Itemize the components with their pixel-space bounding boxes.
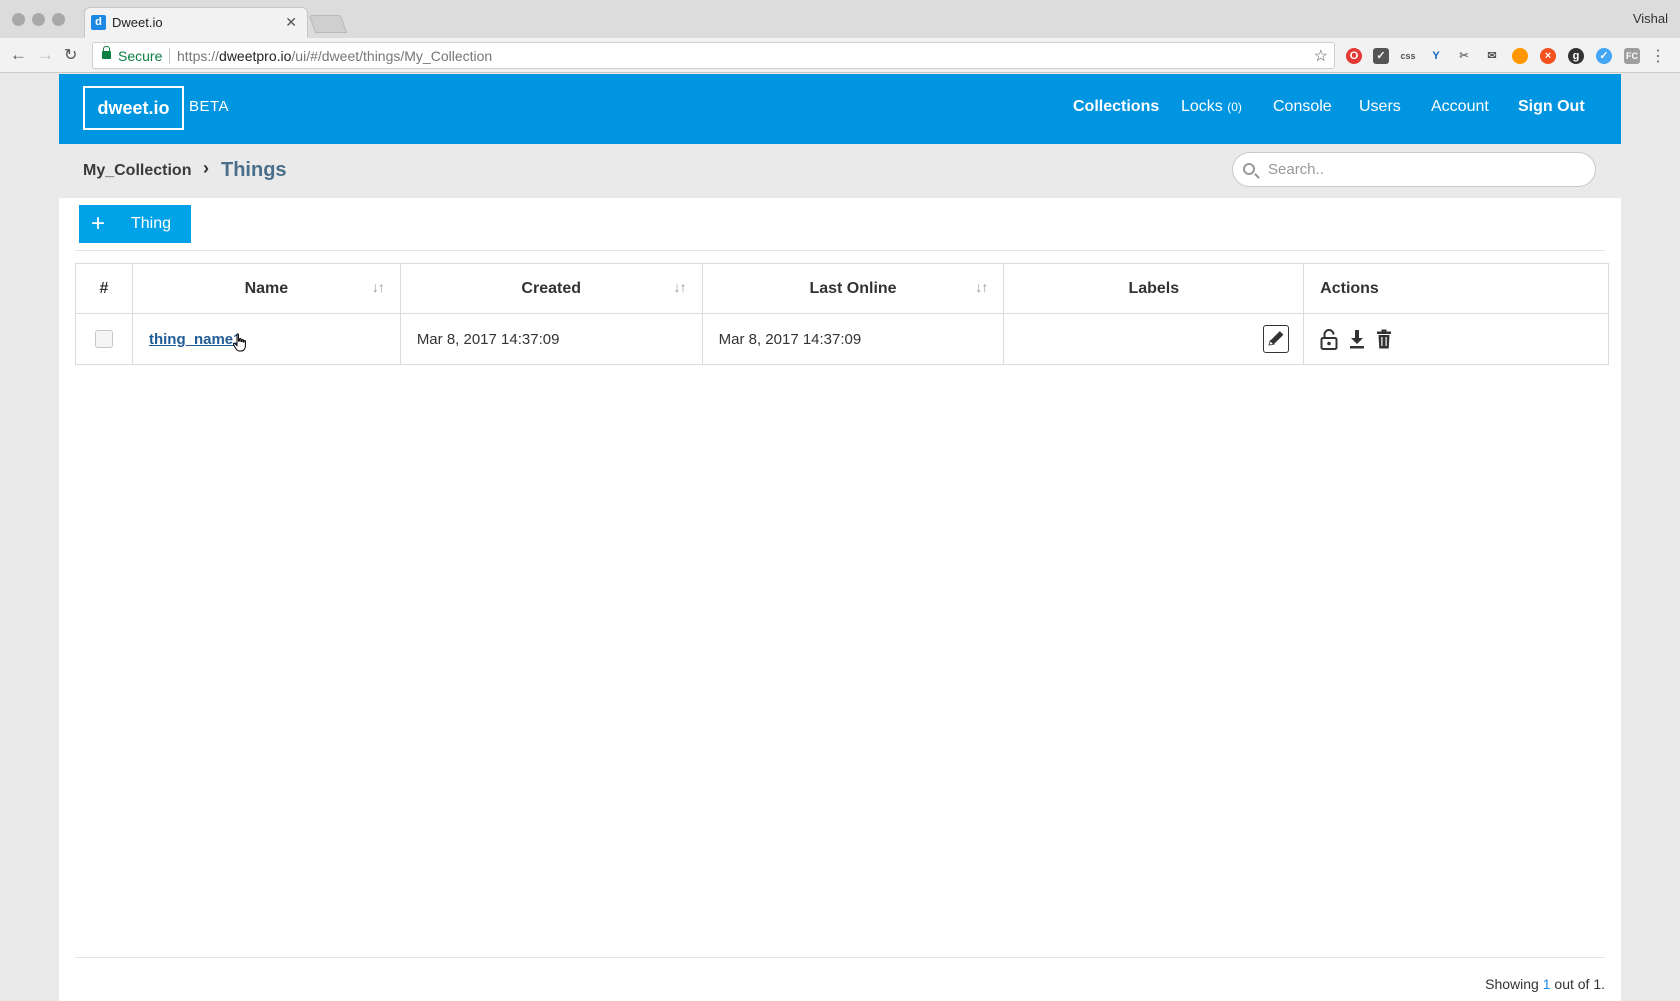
sort-icon[interactable]: ↓↑ [975,279,988,295]
col-index: # [75,263,133,314]
row-actions [1320,328,1592,350]
row-name-cell: thing_name1 [131,313,401,365]
row-actions-cell [1303,313,1609,365]
browser-menu-icon[interactable]: ⋮ [1650,46,1666,66]
dweet-logo[interactable]: dweet.io [83,86,184,130]
top-navbar: dweet.io BETA Collections Locks (0) Cons… [59,74,1621,144]
col-last-online[interactable]: Last Online ↓↑ [701,263,1005,314]
row-labels-cell [1003,313,1305,365]
close-window-icon[interactable] [12,13,25,26]
browser-tabstrip: d Dweet.io ✕ Vishal [0,0,1680,38]
search-icon [1243,163,1255,175]
edit-labels-button[interactable] [1263,325,1290,353]
scissors-icon[interactable]: ✂ [1456,48,1472,64]
col-last-online-label: Last Online [809,279,897,297]
nav-locks-label: Locks [1181,98,1223,115]
breadcrumb-current: Things [221,159,287,181]
color-icon[interactable] [1512,48,1528,64]
lock-icon [102,46,111,59]
browser-toolbar: ← → ↻ Secure https://dweetpro.io/ui/#/dw… [0,38,1680,73]
col-labels: Labels [1003,263,1305,314]
hand-cursor-icon [232,333,246,352]
trash-icon[interactable] [1376,329,1392,349]
showing-suffix: out of 1. [1554,976,1605,992]
new-tab-button[interactable] [308,15,348,33]
vue-icon[interactable]: Y [1428,48,1444,64]
url-scheme: https:// [177,48,220,64]
unlock-icon[interactable] [1320,328,1338,350]
browser-tab[interactable]: d Dweet.io ✕ [84,7,308,38]
nav-account[interactable]: Account [1431,98,1489,116]
bookmark-star-icon[interactable]: ☆ [1314,46,1328,66]
chevron-right-icon: › [203,158,209,178]
pagination-summary: Showing 1 out of 1. [1485,976,1605,992]
orange-icon[interactable]: × [1540,48,1556,64]
showing-prefix: Showing [1485,976,1539,992]
nav-collections[interactable]: Collections [1073,98,1159,116]
url-text[interactable]: https://dweetpro.io/ui/#/dweet/things/My… [177,48,492,64]
download-icon[interactable] [1348,329,1366,349]
pocket-icon[interactable]: ✓ [1373,48,1389,64]
address-bar[interactable]: Secure https://dweetpro.io/ui/#/dweet/th… [92,42,1335,69]
feather-icon[interactable]: ✓ [1596,48,1612,64]
nav-console[interactable]: Console [1273,98,1332,116]
row-last-online: Mar 8, 2017 14:37:09 [701,313,1005,365]
beta-badge: BETA [189,98,230,115]
add-thing-button[interactable]: + Thing [79,205,191,243]
col-actions: Actions [1303,263,1609,314]
mail-icon[interactable]: ✉ [1484,48,1500,64]
sort-icon[interactable]: ↓↑ [372,279,385,295]
nav-users[interactable]: Users [1359,98,1401,116]
ghostery-icon[interactable]: g [1568,48,1584,64]
url-domain: dweetpro.io [219,48,292,64]
divider [75,250,1605,251]
minimize-window-icon[interactable] [32,13,45,26]
row-select-cell [75,313,133,365]
showing-count: 1 [1542,976,1551,992]
app-container: dweet.io BETA Collections Locks (0) Cons… [59,74,1621,1001]
tab-title: Dweet.io [112,15,163,30]
add-thing-label: Thing [131,215,172,232]
things-table: # Name ↓↑ Created ↓↑ Last Online ↓↑ Labels … [75,263,1609,365]
maximize-window-icon[interactable] [52,13,65,26]
nav-locks[interactable]: Locks (0) [1181,98,1242,116]
col-name[interactable]: Name ↓↑ [131,263,401,314]
url-path: /ui/#/dweet/things/My_Collection [291,48,493,64]
profile-name[interactable]: Vishal [1633,11,1668,26]
col-created-label: Created [521,279,581,297]
nav-sign-out[interactable]: Sign Out [1518,98,1585,116]
pencil-icon [1268,331,1284,346]
fc-icon[interactable]: FC [1624,48,1640,64]
row-checkbox[interactable] [94,330,113,349]
address-separator [169,48,170,64]
tab-close-icon[interactable]: ✕ [285,14,297,31]
table-header-row: # Name ↓↑ Created ↓↑ Last Online ↓↑ Labels … [75,263,1609,314]
dweet-favicon-icon: d [91,15,106,30]
back-arrow-icon[interactable]: ← [10,45,27,65]
plus-icon: + [90,210,105,237]
forward-arrow-icon[interactable]: → [37,45,54,65]
thing-name-link[interactable]: thing_name1 [149,331,242,348]
col-name-label: Name [244,279,289,297]
opera-icon[interactable]: O [1346,48,1362,64]
breadcrumb-bar: My_Collection › Things [59,144,1621,198]
row-created: Mar 8, 2017 14:37:09 [399,313,703,365]
search-input[interactable] [1232,152,1596,187]
reload-icon[interactable]: ↻ [64,45,77,65]
breadcrumb-parent[interactable]: My_Collection [83,162,191,180]
sort-icon[interactable]: ↓↑ [674,279,687,295]
footer-divider [75,957,1605,958]
table-row: thing_name1 Mar 8, 2017 14:37:09 Mar 8, … [75,313,1609,365]
security-label: Secure [118,48,163,64]
locks-count: (0) [1227,100,1242,114]
col-created[interactable]: Created ↓↑ [399,263,703,314]
css-icon[interactable]: css [1400,48,1416,64]
